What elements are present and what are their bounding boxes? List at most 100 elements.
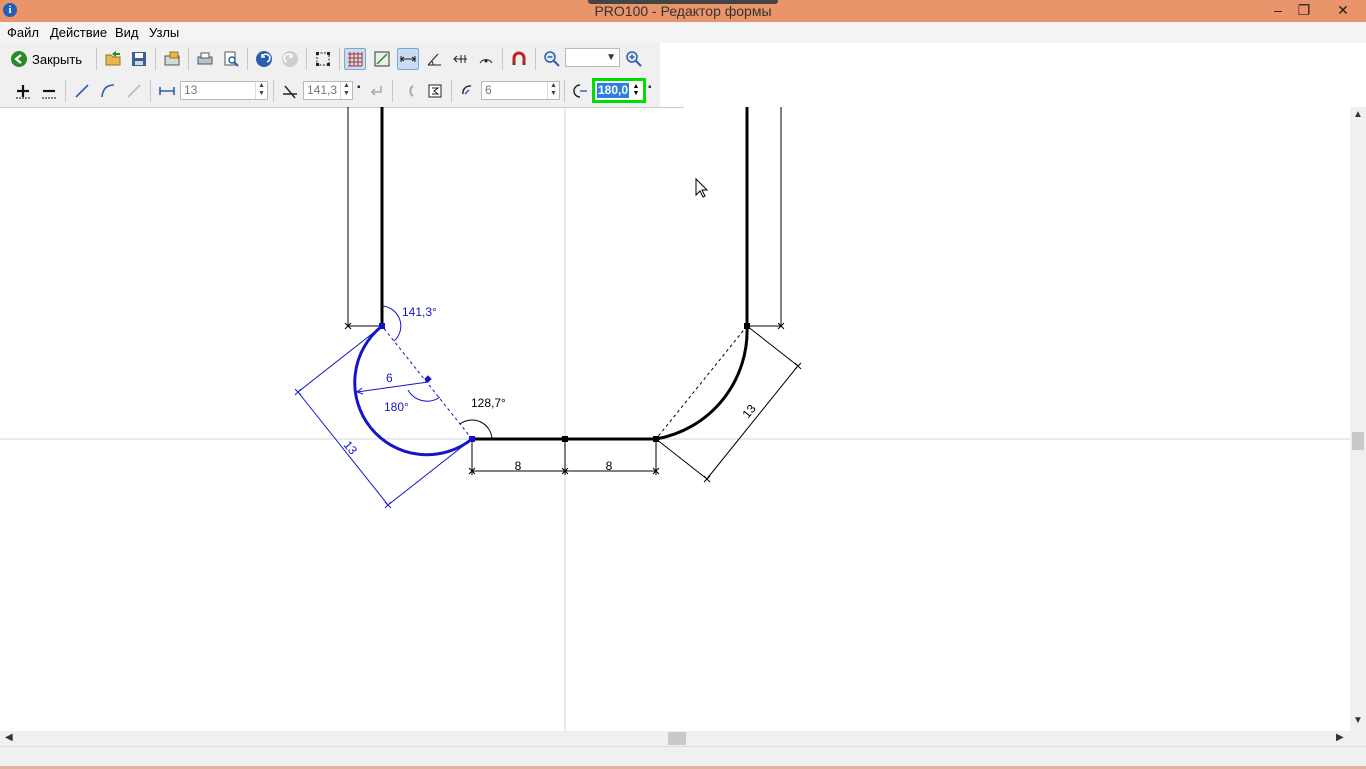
snap-grid-icon (374, 51, 390, 67)
separator (150, 80, 151, 102)
chevron-down-icon: ▼ (606, 52, 616, 63)
select-nodes-button[interactable] (312, 48, 334, 70)
vertical-scroll-thumb[interactable] (1352, 432, 1364, 450)
angle-top-label: 141,3° (402, 305, 437, 319)
mouse-cursor-icon (695, 177, 709, 198)
length-icon (159, 87, 175, 95)
open-icon (105, 51, 121, 66)
chord-left-label: 13 (341, 438, 360, 457)
apply-angle-button[interactable] (365, 80, 387, 102)
close-editor-button[interactable]: Закрыть (10, 47, 88, 71)
align-icon (453, 55, 467, 63)
curve-segment-icon (127, 84, 141, 98)
scroll-up-icon[interactable]: ▲ (1353, 109, 1363, 120)
grid-button[interactable] (344, 48, 366, 70)
align-button[interactable] (449, 48, 471, 70)
length-input[interactable]: 13 ▲ ▼ (180, 81, 268, 100)
print-preview-icon (224, 51, 239, 67)
arc-angle-input[interactable]: 180,0 ▲ ▼ (592, 78, 646, 103)
angle-stepper[interactable]: ▲ ▼ (340, 82, 352, 99)
grid-icon (348, 52, 363, 67)
radius-stepper[interactable]: ▲ ▼ (547, 82, 559, 99)
left-wall-dimension (344, 107, 382, 330)
print-button[interactable] (194, 48, 216, 70)
add-node-icon (16, 85, 30, 99)
close-editor-label: Закрыть (32, 51, 83, 67)
vertical-scrollbar[interactable]: ▲ ▼ (1350, 107, 1366, 731)
arc-angle-label: 180° (384, 400, 409, 414)
zoom-out-button[interactable] (541, 48, 563, 70)
open-button[interactable] (102, 48, 124, 70)
add-node-button[interactable] (12, 80, 34, 102)
arc-angle-dropdown-icon[interactable]: ▪ (648, 82, 652, 93)
menu-nodes[interactable]: Узлы (149, 25, 179, 40)
menu-action[interactable]: Действие (50, 25, 107, 40)
separator (564, 80, 565, 102)
shape-drawing[interactable]: 8 8 13 128,7° 141,3° 6 180° 13 (0, 107, 1350, 731)
horizontal-scrollbar[interactable]: ◀ ▶ (0, 731, 1350, 746)
left-chord-dimension (294, 325, 473, 509)
separator (451, 80, 452, 102)
scroll-corner (1350, 731, 1366, 746)
scroll-down-icon[interactable]: ▼ (1353, 715, 1363, 726)
print-icon (197, 52, 213, 65)
mirror-button[interactable] (398, 80, 420, 102)
arc-center-button[interactable] (475, 48, 497, 70)
restore-button[interactable]: ❐ (1291, 0, 1317, 20)
undo-icon (256, 51, 272, 67)
separator (247, 48, 248, 70)
remove-node-button[interactable] (38, 80, 60, 102)
arc-angle-stepper[interactable]: ▲ ▼ (631, 83, 641, 97)
scroll-left-icon[interactable]: ◀ (5, 732, 13, 743)
angle-bottom-label: 128,7° (471, 396, 506, 410)
save-button[interactable] (128, 48, 150, 70)
toolbar-empty-area (660, 43, 1366, 107)
length-value: 13 (184, 83, 198, 97)
zoom-in-button[interactable] (623, 48, 645, 70)
angle-bottom-arc (459, 419, 493, 440)
radius-input[interactable]: 6 ▲ ▼ (481, 81, 560, 100)
angle-toggle-icon (427, 53, 441, 66)
drawing-canvas[interactable]: 8 8 13 128,7° 141,3° 6 180° 13 (0, 107, 1350, 731)
curve-segment-button[interactable] (123, 80, 145, 102)
separator (65, 80, 66, 102)
arc-angle-icon (573, 84, 587, 98)
sum-icon (428, 84, 442, 98)
selected-arc-edge[interactable] (353, 324, 473, 457)
menu-bar: Файл Действие Вид Узлы (0, 22, 1366, 43)
radius-label: 6 (386, 371, 393, 385)
dimension-toggle-button[interactable] (397, 48, 419, 70)
arc-center-icon (479, 59, 493, 64)
angle-toggle-button[interactable] (423, 48, 445, 70)
arc-segment-button[interactable] (97, 80, 119, 102)
minimize-button[interactable]: – (1265, 0, 1291, 20)
sum-button[interactable] (424, 80, 446, 102)
magnet-button[interactable] (508, 48, 530, 70)
print-preview-button[interactable] (220, 48, 242, 70)
menu-file[interactable]: Файл (7, 25, 39, 40)
select-nodes-icon (316, 52, 330, 66)
radius-value: 6 (485, 83, 492, 97)
arc-angle-icon-button (570, 80, 592, 102)
horizontal-scroll-thumb[interactable] (668, 732, 686, 745)
scroll-right-icon[interactable]: ▶ (1336, 732, 1344, 743)
redo-button[interactable] (279, 48, 301, 70)
magnet-icon (512, 51, 526, 65)
main-toolbar: Закрыть (0, 43, 660, 76)
zoom-level-select[interactable]: ▼ (565, 48, 620, 67)
separator (273, 80, 274, 102)
zoom-out-icon (544, 51, 560, 67)
length-stepper[interactable]: ▲ ▼ (255, 82, 267, 99)
bottom-dimensions (468, 439, 660, 475)
separator (155, 48, 156, 70)
snap-grid-button[interactable] (371, 48, 393, 70)
undo-button[interactable] (253, 48, 275, 70)
segment-left-label: 8 (515, 459, 522, 473)
remove-node-icon (42, 89, 56, 99)
line-segment-button[interactable] (71, 80, 93, 102)
angle-input[interactable]: 141,3 ▲ ▼ (303, 81, 353, 100)
menu-view[interactable]: Вид (115, 25, 139, 40)
angle-dropdown-icon[interactable]: ▪ (357, 82, 361, 93)
export-button[interactable] (161, 48, 183, 70)
close-window-button[interactable]: ✕ (1326, 0, 1360, 20)
